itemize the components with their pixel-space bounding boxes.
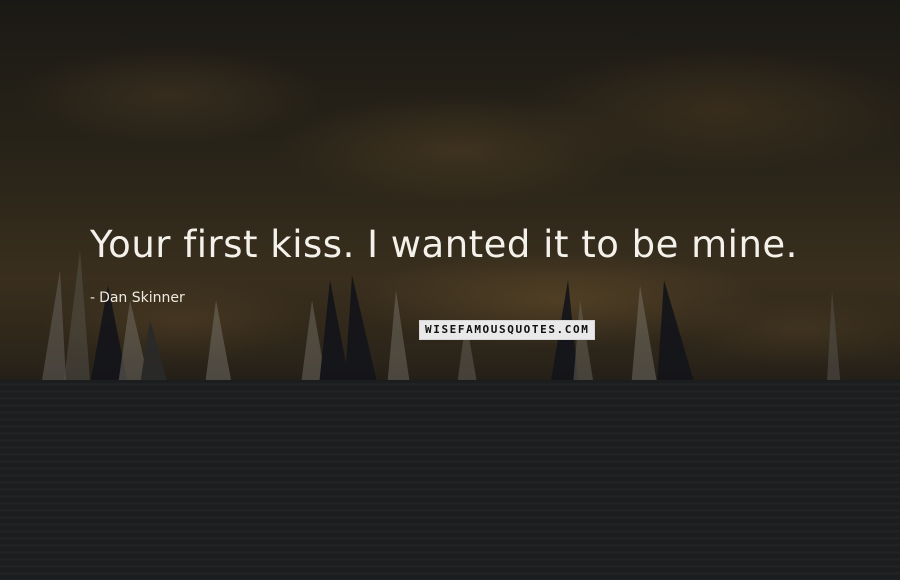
watermark-logo: WISEFAMOUSQUOTES.COM	[419, 320, 596, 340]
quote-author: - Dan Skinner	[90, 290, 185, 306]
sea	[0, 380, 900, 580]
author-name: Dan Skinner	[99, 290, 185, 306]
author-prefix: -	[90, 290, 96, 306]
quote-text: Your first kiss. I wanted it to be mine.	[90, 223, 798, 266]
quote-image: Your first kiss. I wanted it to be mine.…	[0, 0, 900, 580]
